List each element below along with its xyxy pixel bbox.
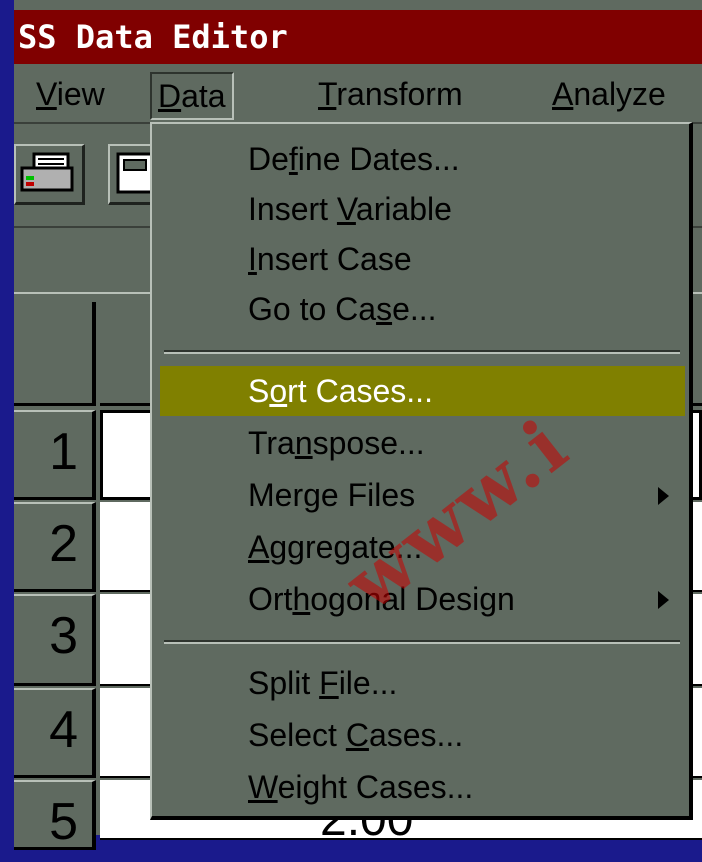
row-header-5[interactable]: 5 (14, 780, 96, 851)
row-header-4[interactable]: 4 (14, 688, 96, 778)
window-title: SS Data Editor (18, 18, 288, 56)
menu-item-transpose[interactable]: Transpose... (160, 418, 685, 468)
window-title-bar[interactable]: SS Data Editor (14, 10, 702, 64)
submenu-arrow-icon (658, 487, 669, 505)
grid-corner[interactable] (14, 302, 96, 406)
menu-separator (164, 640, 680, 644)
submenu-arrow-icon (658, 591, 669, 609)
print-button[interactable] (14, 144, 85, 205)
row-header-2[interactable]: 2 (14, 502, 96, 592)
menu-item-insert-case[interactable]: Insert Case (160, 234, 685, 284)
row-header-3[interactable]: 3 (14, 594, 96, 686)
menu-analyze[interactable]: Analyze (546, 72, 672, 116)
menu-item-go-to-case[interactable]: Go to Case... (160, 284, 685, 334)
menu-item-insert-variable[interactable]: Insert Variable (160, 184, 685, 234)
printer-icon (20, 152, 74, 192)
menu-data[interactable]: Data (150, 72, 234, 120)
menu-item-split-file[interactable]: Split File... (160, 658, 685, 708)
data-menu-dropdown: Define Dates... Insert Variable Insert C… (150, 122, 693, 820)
menu-view[interactable]: View (30, 72, 111, 116)
menu-item-weight-cases[interactable]: Weight Cases... (160, 762, 685, 812)
row-header-1[interactable]: 1 (14, 410, 96, 500)
menu-item-select-cases[interactable]: Select Cases... (160, 710, 685, 760)
menu-item-sort-cases[interactable]: Sort Cases... (160, 366, 685, 416)
menu-transform[interactable]: Transform (312, 72, 469, 116)
menu-item-define-dates[interactable]: Define Dates... (160, 134, 685, 184)
menu-bar: View Data Transform Analyze (14, 64, 702, 124)
menu-separator (164, 350, 680, 354)
